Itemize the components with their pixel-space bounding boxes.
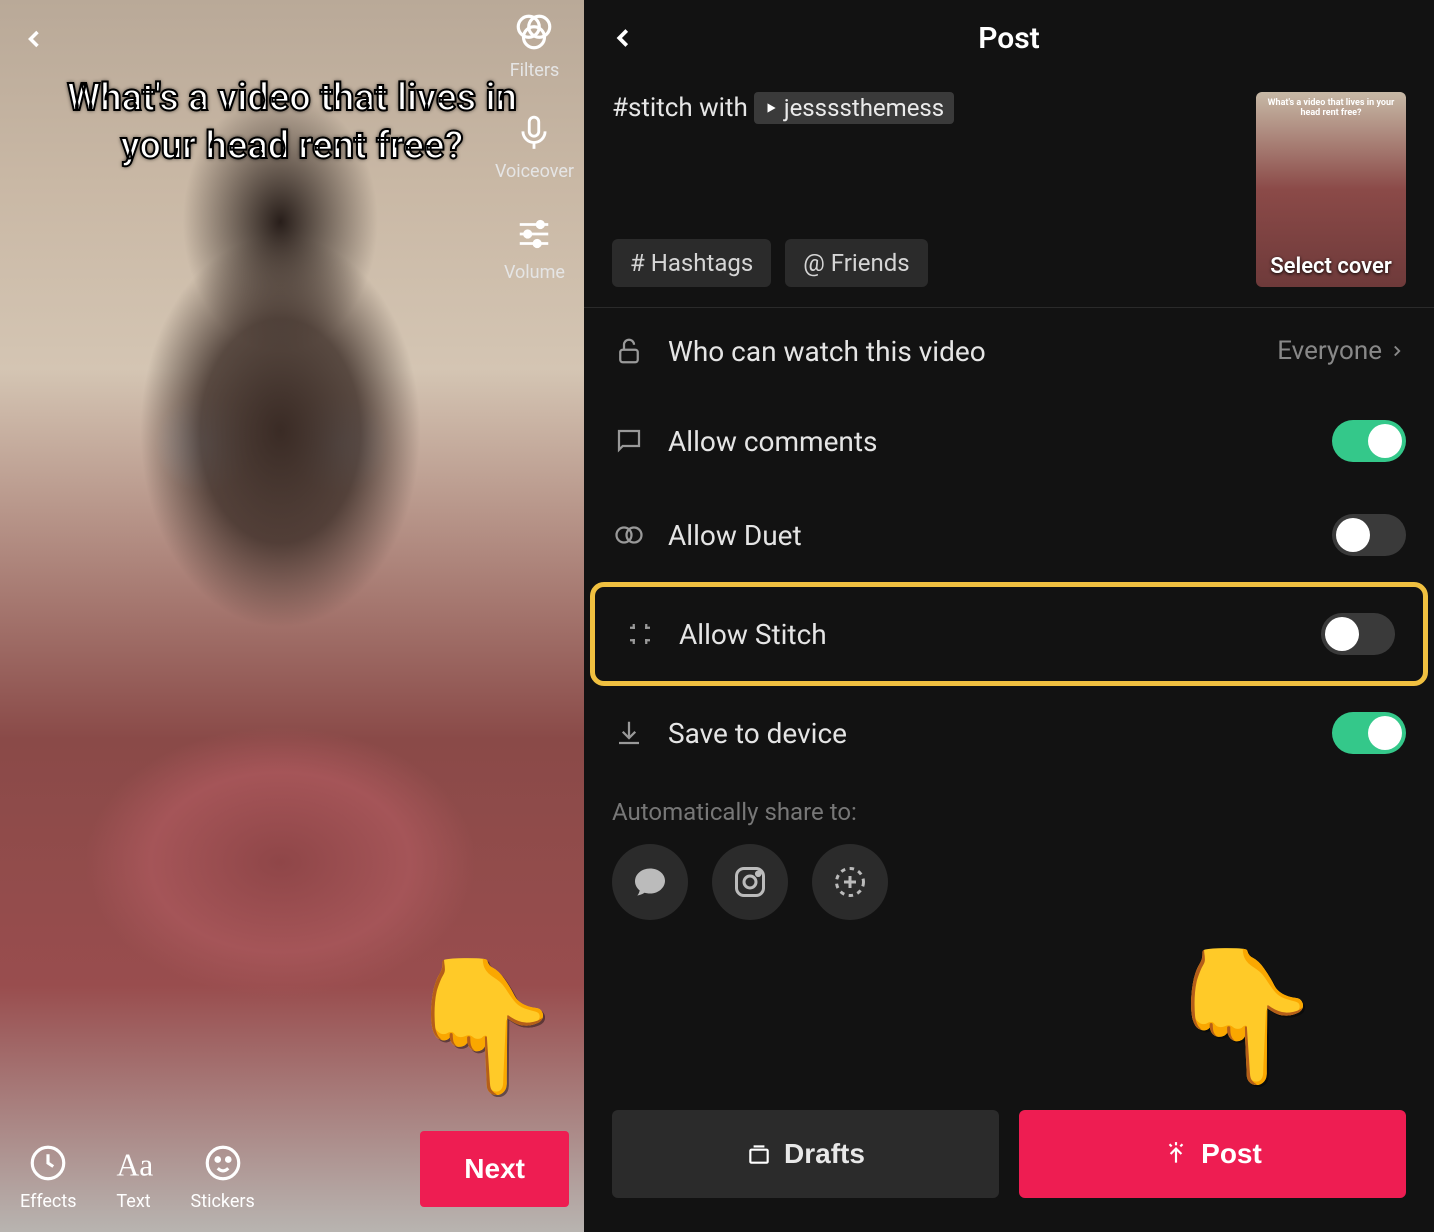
post-settings-pane: Post #stitch with jessssthemess # Hashta… [584,0,1434,1232]
back-button[interactable] [608,23,638,53]
volume-label: Volume [504,262,565,283]
voiceover-button[interactable]: Voiceover [495,111,574,182]
allow-stitch-toggle[interactable] [1321,613,1395,655]
post-label: Post [1201,1138,1262,1170]
drafts-button[interactable]: Drafts [612,1110,999,1198]
text-icon: Aa [112,1141,156,1185]
download-icon [612,716,646,750]
clock-icon [26,1141,70,1185]
allow-comments-row: Allow comments [584,394,1434,488]
filters-button[interactable]: Filters [510,10,560,81]
lock-open-icon [612,334,646,368]
stitch-icon [623,617,657,651]
privacy-value: Everyone [1277,336,1406,366]
save-device-row: Save to device [584,686,1434,780]
stickers-button[interactable]: Stickers [191,1141,255,1212]
cover-selector[interactable]: What's a video that lives in your head r… [1256,92,1406,287]
pointer-hand-icon: 👇 [402,949,564,1102]
allow-duet-toggle[interactable] [1332,514,1406,556]
filters-label: Filters [510,60,560,81]
allow-duet-row: Allow Duet [584,488,1434,582]
caption-prefix: #stitch with [612,93,748,123]
allow-comments-toggle[interactable] [1332,420,1406,462]
save-device-toggle[interactable] [1332,712,1406,754]
voiceover-label: Voiceover [495,161,574,182]
svg-text:Aa: Aa [116,1147,153,1182]
sliders-icon [512,212,556,256]
select-cover-label: Select cover [1270,254,1392,279]
share-message-button[interactable] [612,844,688,920]
next-button[interactable]: Next [420,1131,569,1207]
allow-comments-label: Allow comments [668,425,1310,458]
hashtags-button[interactable]: # Hashtags [612,239,771,287]
editor-preview-pane: What's a video that lives in your head r… [0,0,584,1232]
caption-input[interactable]: #stitch with jessssthemess [612,92,1236,124]
post-button[interactable]: Post [1019,1110,1406,1198]
drafts-label: Drafts [784,1138,865,1170]
stickers-label: Stickers [191,1191,255,1212]
privacy-label: Who can watch this video [668,335,1255,368]
username: jessssthemess [784,94,944,122]
share-instagram-button[interactable] [712,844,788,920]
text-label: Text [116,1191,150,1212]
comment-icon [612,424,646,458]
user-mention-chip[interactable]: jessssthemess [754,92,954,124]
upload-icon [1163,1141,1189,1167]
effects-button[interactable]: Effects [20,1141,77,1212]
allow-stitch-row: Allow Stitch [590,582,1428,686]
share-label: Automatically share to: [612,798,1406,826]
allow-stitch-label: Allow Stitch [679,618,1299,651]
text-button[interactable]: Aa Text [112,1141,156,1212]
friends-button[interactable]: @ Friends [785,239,927,287]
volume-button[interactable]: Volume [504,212,565,283]
filters-icon [512,10,556,54]
back-button[interactable] [20,25,48,53]
drafts-icon [746,1141,772,1167]
sticker-icon [201,1141,245,1185]
duet-icon [612,518,646,552]
microphone-icon [512,111,556,155]
page-title: Post [978,21,1040,56]
privacy-row[interactable]: Who can watch this video Everyone [584,308,1434,394]
video-caption-overlay: What's a video that lives in your head r… [32,75,552,170]
effects-label: Effects [20,1191,77,1212]
share-add-button[interactable] [812,844,888,920]
save-device-label: Save to device [668,717,1310,750]
allow-duet-label: Allow Duet [668,519,1310,552]
pointer-hand-icon: 👇 [1162,939,1324,1092]
cover-caption-preview: What's a video that lives in your head r… [1260,98,1402,118]
